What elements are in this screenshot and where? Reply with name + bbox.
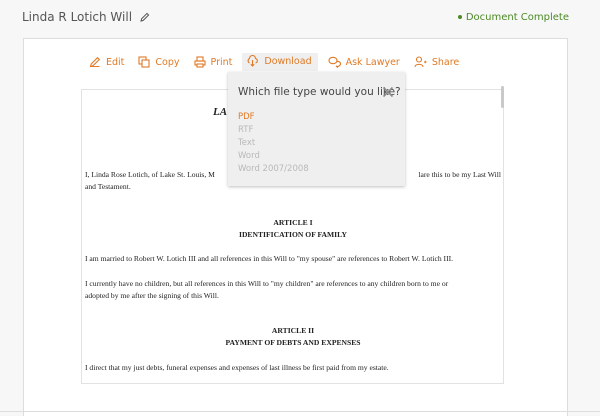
paragraph-children-line-2: adopted by me after the signing of this … [85, 291, 219, 300]
edit-button[interactable]: Edit [89, 56, 124, 68]
article-2-title: ARTICLE II [271, 326, 315, 335]
print-button[interactable]: Print [193, 56, 233, 68]
share-button[interactable]: Share [414, 56, 459, 68]
download-label: Download [264, 55, 312, 67]
download-menu-prompt: Which file type would you like? [238, 86, 401, 98]
document-title: Linda R Lotich Will [22, 10, 150, 25]
copy-button[interactable]: Copy [138, 56, 180, 68]
download-option-text[interactable]: Text [238, 138, 255, 148]
status-text: Document Complete [465, 12, 569, 23]
document-title-text: Linda R Lotich Will [22, 10, 133, 24]
status-badge: Document Complete [457, 12, 569, 23]
footer-divider [0, 411, 600, 412]
article-1-title: ARTICLE I [273, 218, 313, 227]
paragraph-spouse: I am married to Robert W. Lotich III and… [85, 254, 454, 263]
pencil-edit-icon [89, 56, 101, 68]
download-option-rtf[interactable]: RTF [238, 125, 253, 135]
intro-left: I, Linda Rose Lotich, of Lake St. Louis,… [85, 170, 215, 179]
chat-bubbles-icon [328, 56, 341, 68]
article-1-subtitle: IDENTIFICATION OF FAMILY [238, 230, 347, 239]
ask-lawyer-button[interactable]: Ask Lawyer [328, 56, 400, 68]
copy-label: Copy [155, 56, 180, 68]
person-share-icon [414, 56, 427, 68]
print-label: Print [210, 56, 233, 68]
paragraph-debts: I direct that my just debts, funeral exp… [85, 363, 389, 372]
document-heading: LA [213, 106, 228, 118]
document-scrollbar[interactable] [501, 86, 504, 108]
edit-label: Edit [106, 56, 125, 68]
pencil-icon[interactable] [140, 11, 150, 25]
paragraph-children-line-1: I currently have no children, but all re… [85, 279, 449, 288]
download-menu: Which file type would you like? PDF RTF … [228, 72, 405, 186]
article-2-subtitle: PAYMENT OF DEBTS AND EXPENSES [225, 338, 361, 347]
document-toolbar: Edit Copy Print Download Ask Lawyer Shar… [89, 53, 473, 71]
download-option-word[interactable]: Word [238, 151, 260, 161]
download-option-word-2007-2008[interactable]: Word 2007/2008 [238, 164, 309, 174]
cloud-download-icon [247, 55, 259, 67]
intro-right: lare this to be my Last Will [418, 170, 501, 179]
ask-lawyer-label: Ask Lawyer [345, 56, 400, 68]
share-label: Share [431, 56, 460, 68]
copy-icon [138, 56, 150, 68]
close-icon[interactable] [382, 83, 394, 102]
download-option-pdf[interactable]: PDF [238, 112, 255, 122]
printer-icon [193, 56, 206, 68]
download-button[interactable]: Download [242, 53, 318, 71]
status-dot-icon [457, 15, 462, 19]
